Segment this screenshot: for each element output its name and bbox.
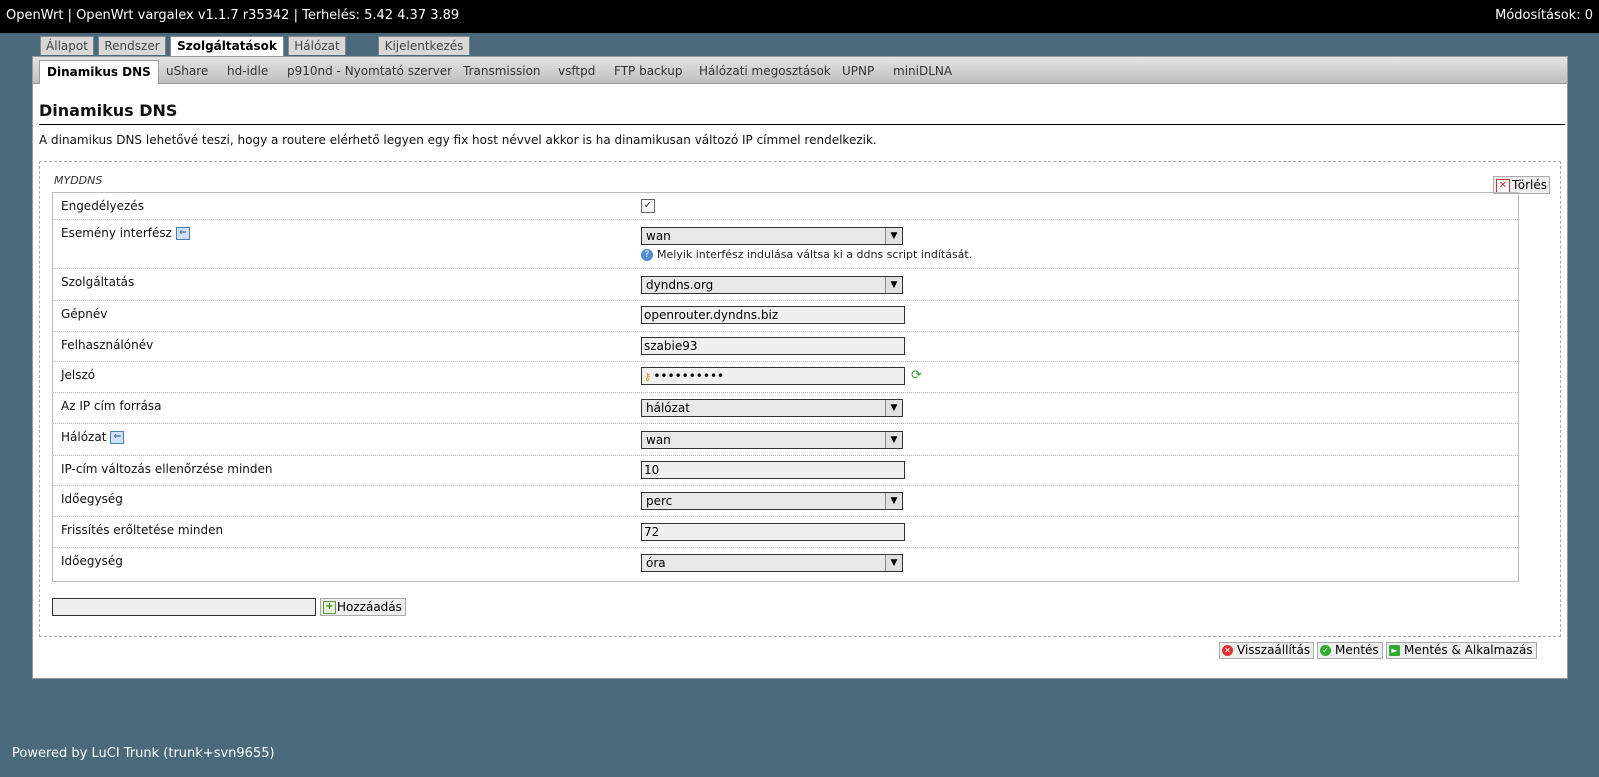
chevron-down-icon: ▼: [885, 277, 902, 293]
row-username: Felhasználónév szabie93: [53, 332, 1518, 362]
service-select[interactable]: dyndns.org ▼: [641, 276, 903, 294]
network-label: Hálózat ⇐: [61, 430, 125, 444]
chevron-down-icon: ▼: [885, 555, 902, 571]
subtab-dinamikus-dns[interactable]: Dinamikus DNS: [39, 60, 159, 84]
delete-icon: ✕: [1495, 179, 1510, 193]
row-ip-source: Az IP cím forrása hálózat ▼: [53, 393, 1518, 424]
save-button[interactable]: ✓ Mentés: [1317, 642, 1383, 659]
key-icon: ⚷: [644, 372, 652, 383]
fields-table: Engedélyezés ✓ Esemény interfész ⇐ wan ▼ …: [52, 192, 1519, 582]
help-icon: ?: [641, 249, 653, 261]
subtab-upnp[interactable]: UPNP: [835, 60, 881, 82]
delete-label: Törlés: [1511, 178, 1547, 192]
username-input[interactable]: szabie93: [641, 337, 905, 355]
password-value: ••••••••••: [653, 369, 725, 383]
check-interval-label: IP-cím változás ellenőrzése minden: [61, 462, 273, 476]
add-icon: +: [323, 601, 336, 614]
username-label: Felhasználónév: [61, 338, 154, 352]
save-apply-icon: ►: [1389, 645, 1400, 656]
row-hostname: Gépnév openrouter.dyndns.biz: [53, 301, 1518, 332]
reset-button[interactable]: ✕ Visszaállítás: [1219, 642, 1315, 659]
subtab-vsftpd[interactable]: vsftpd: [551, 60, 602, 82]
network-value: wan: [646, 433, 671, 447]
enable-checkbox[interactable]: ✓: [641, 199, 655, 213]
subtab-p910nd[interactable]: p910nd - Nyomtató szerver: [280, 60, 459, 82]
subtab-ushare[interactable]: uShare: [159, 60, 215, 82]
section-legend: MYDDNS: [54, 174, 103, 187]
reference-icon[interactable]: ⇐: [175, 227, 190, 240]
subtab-ftp-backup[interactable]: FTP backup: [607, 60, 689, 82]
chevron-down-icon: ▼: [885, 228, 902, 244]
tab-szolgaltatasok[interactable]: Szolgáltatások: [170, 36, 284, 57]
ip-source-value: hálózat: [646, 401, 690, 415]
system-title: OpenWrt | OpenWrt vargalex v1.1.7 r35342…: [6, 8, 460, 23]
save-label: Mentés: [1335, 643, 1379, 657]
password-label: Jelszó: [61, 368, 96, 382]
changes-counter[interactable]: Módosítások: 0: [1495, 8, 1593, 23]
add-button[interactable]: + Hozzáadás: [320, 598, 406, 616]
reset-icon: ✕: [1222, 645, 1233, 656]
row-enable: Engedélyezés ✓: [53, 193, 1518, 220]
chevron-down-icon: ▼: [885, 432, 902, 448]
new-section-input[interactable]: [52, 598, 316, 616]
sub-tabs: Dinamikus DNS uShare hd-idle p910nd - Ny…: [33, 57, 1567, 84]
event-interface-label: Esemény interfész ⇐: [61, 226, 190, 240]
footer: Powered by LuCI Trunk (trunk+svn9655): [12, 746, 275, 761]
save-apply-button[interactable]: ► Mentés & Alkalmazás: [1386, 642, 1537, 659]
chevron-down-icon: ▼: [885, 493, 902, 509]
check-unit-value: perc: [646, 494, 673, 508]
subtab-halozati-megosztasok[interactable]: Hálózati megosztások: [692, 60, 838, 82]
ip-source-label: Az IP cím forrása: [61, 399, 162, 413]
force-unit-value: óra: [646, 556, 666, 570]
ip-source-select[interactable]: hálózat ▼: [641, 399, 903, 417]
force-unit-label: Időegység: [61, 554, 123, 568]
subtab-minidlna[interactable]: miniDLNA: [886, 60, 959, 82]
reference-icon[interactable]: ⇐: [110, 431, 125, 444]
page-title: Dinamikus DNS: [39, 101, 1565, 125]
row-force-interval: Frissítés erőltetése minden 72: [53, 517, 1518, 548]
service-value: dyndns.org: [646, 278, 714, 292]
network-select[interactable]: wan ▼: [641, 431, 903, 449]
main-panel: Dinamikus DNS uShare hd-idle p910nd - Ny…: [32, 56, 1568, 679]
myddns-section: MYDDNS ✕ Törlés Engedélyezés ✓ Esemény i…: [39, 161, 1561, 637]
row-network: Hálózat ⇐ wan ▼: [53, 424, 1518, 456]
reset-label: Visszaállítás: [1237, 643, 1311, 657]
subtab-transmission[interactable]: Transmission: [456, 60, 548, 82]
event-interface-help: ? Melyik interfész indulása váltsa ki a d…: [641, 248, 972, 261]
tab-kijelentkezes[interactable]: Kijelentkezés: [378, 36, 470, 55]
event-interface-value: wan: [646, 229, 671, 243]
force-interval-input[interactable]: 72: [641, 523, 905, 541]
check-interval-input[interactable]: 10: [641, 461, 905, 479]
tab-allapot[interactable]: Állapot: [40, 36, 94, 55]
reveal-password-icon[interactable]: ⟳: [911, 369, 922, 383]
save-apply-label: Mentés & Alkalmazás: [1404, 643, 1533, 657]
save-icon: ✓: [1320, 645, 1331, 656]
row-event-interface: Esemény interfész ⇐ wan ▼ ? Melyik interfé…: [53, 220, 1518, 269]
top-bar: OpenWrt | OpenWrt vargalex v1.1.7 r35342…: [0, 0, 1599, 33]
subtab-hd-idle[interactable]: hd-idle: [220, 60, 275, 82]
page-description: A dinamikus DNS lehetővé teszi, hogy a r…: [39, 133, 877, 147]
row-password: Jelszó ⚷ •••••••••• ⟳: [53, 362, 1518, 393]
force-interval-label: Frissítés erőltetése minden: [61, 523, 224, 537]
hostname-input[interactable]: openrouter.dyndns.biz: [641, 306, 905, 324]
check-unit-select[interactable]: perc ▼: [641, 492, 903, 510]
tab-halozat[interactable]: Hálózat: [288, 36, 346, 55]
add-label: Hozzáadás: [337, 600, 402, 614]
row-check-interval: IP-cím változás ellenőrzése minden 10: [53, 456, 1518, 486]
chevron-down-icon: ▼: [885, 400, 902, 416]
row-force-unit: Időegység óra ▼: [53, 548, 1518, 581]
tab-rendszer[interactable]: Rendszer: [98, 36, 166, 55]
force-unit-select[interactable]: óra ▼: [641, 554, 903, 572]
password-input[interactable]: ⚷ ••••••••••: [641, 367, 905, 385]
check-unit-label: Időegység: [61, 492, 123, 506]
row-check-unit: Időegység perc ▼: [53, 486, 1518, 517]
row-service: Szolgáltatás dyndns.org ▼: [53, 269, 1518, 301]
enable-label: Engedélyezés: [61, 199, 144, 213]
service-label: Szolgáltatás: [61, 275, 135, 289]
hostname-label: Gépnév: [61, 307, 108, 321]
event-interface-select[interactable]: wan ▼: [641, 227, 903, 245]
